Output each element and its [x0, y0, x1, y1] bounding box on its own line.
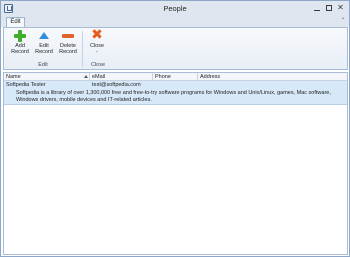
delete-record-button[interactable]: Delete Record [57, 30, 79, 62]
cell-address [198, 81, 347, 89]
column-header-address[interactable]: Address [198, 73, 347, 81]
delete-record-label-2: Record [59, 49, 77, 55]
grid-header: Name eMail Phone Address [4, 73, 347, 81]
chevron-up-icon: ⌃ [340, 18, 346, 24]
cell-name: Softpedia Tester [6, 82, 46, 88]
close-button[interactable]: ✖ Close - [86, 26, 108, 62]
edit-record-label-2: Record [35, 49, 53, 55]
minus-icon [62, 30, 74, 42]
group-label-edit: Edit [38, 62, 48, 68]
minimize-button[interactable] [311, 3, 322, 13]
people-grid[interactable]: Name eMail Phone Address Softpedia Teste… [3, 72, 348, 255]
window-title: People [163, 4, 187, 13]
ribbon-collapse-button[interactable]: ⌃ [339, 18, 347, 25]
maximize-button[interactable] [323, 3, 334, 13]
triangle-up-icon [38, 30, 50, 42]
row-preview-text: Softpedia is a library of over 1,300,000… [16, 90, 331, 103]
maximize-icon [325, 5, 332, 11]
close-window-button[interactable]: ✕ [335, 3, 346, 13]
edit-record-button[interactable]: Edit Record [33, 30, 55, 62]
title-bar: People ✕ [1, 1, 349, 16]
table-row[interactable]: Softpedia Tester test@softpedia.com Soft… [4, 81, 347, 105]
column-header-name[interactable]: Name [4, 73, 90, 81]
cell-phone [153, 81, 198, 89]
minimize-icon [313, 9, 320, 11]
ribbon-panel: Add Record Edit Record Delete Record ✖ C… [3, 27, 348, 70]
x-icon: ✖ [91, 26, 103, 42]
tab-edit[interactable]: Edit [6, 17, 25, 27]
column-header-phone[interactable]: Phone [153, 73, 198, 81]
column-header-email[interactable]: eMail [90, 73, 153, 81]
people-window: People ✕ Edit ⌃ Add Record Edit Record D [0, 0, 350, 257]
group-label-close: Close [90, 62, 106, 68]
cell-email: test@softpedia.com [92, 82, 141, 88]
add-record-label-2: Record [11, 49, 29, 55]
add-record-button[interactable]: Add Record [9, 30, 31, 62]
close-icon: ✕ [337, 3, 344, 12]
plus-icon [14, 30, 26, 42]
ribbon-tab-bar: Edit ⌃ [1, 16, 349, 27]
close-label-2: - [96, 49, 98, 55]
sort-ascending-icon [84, 75, 88, 78]
